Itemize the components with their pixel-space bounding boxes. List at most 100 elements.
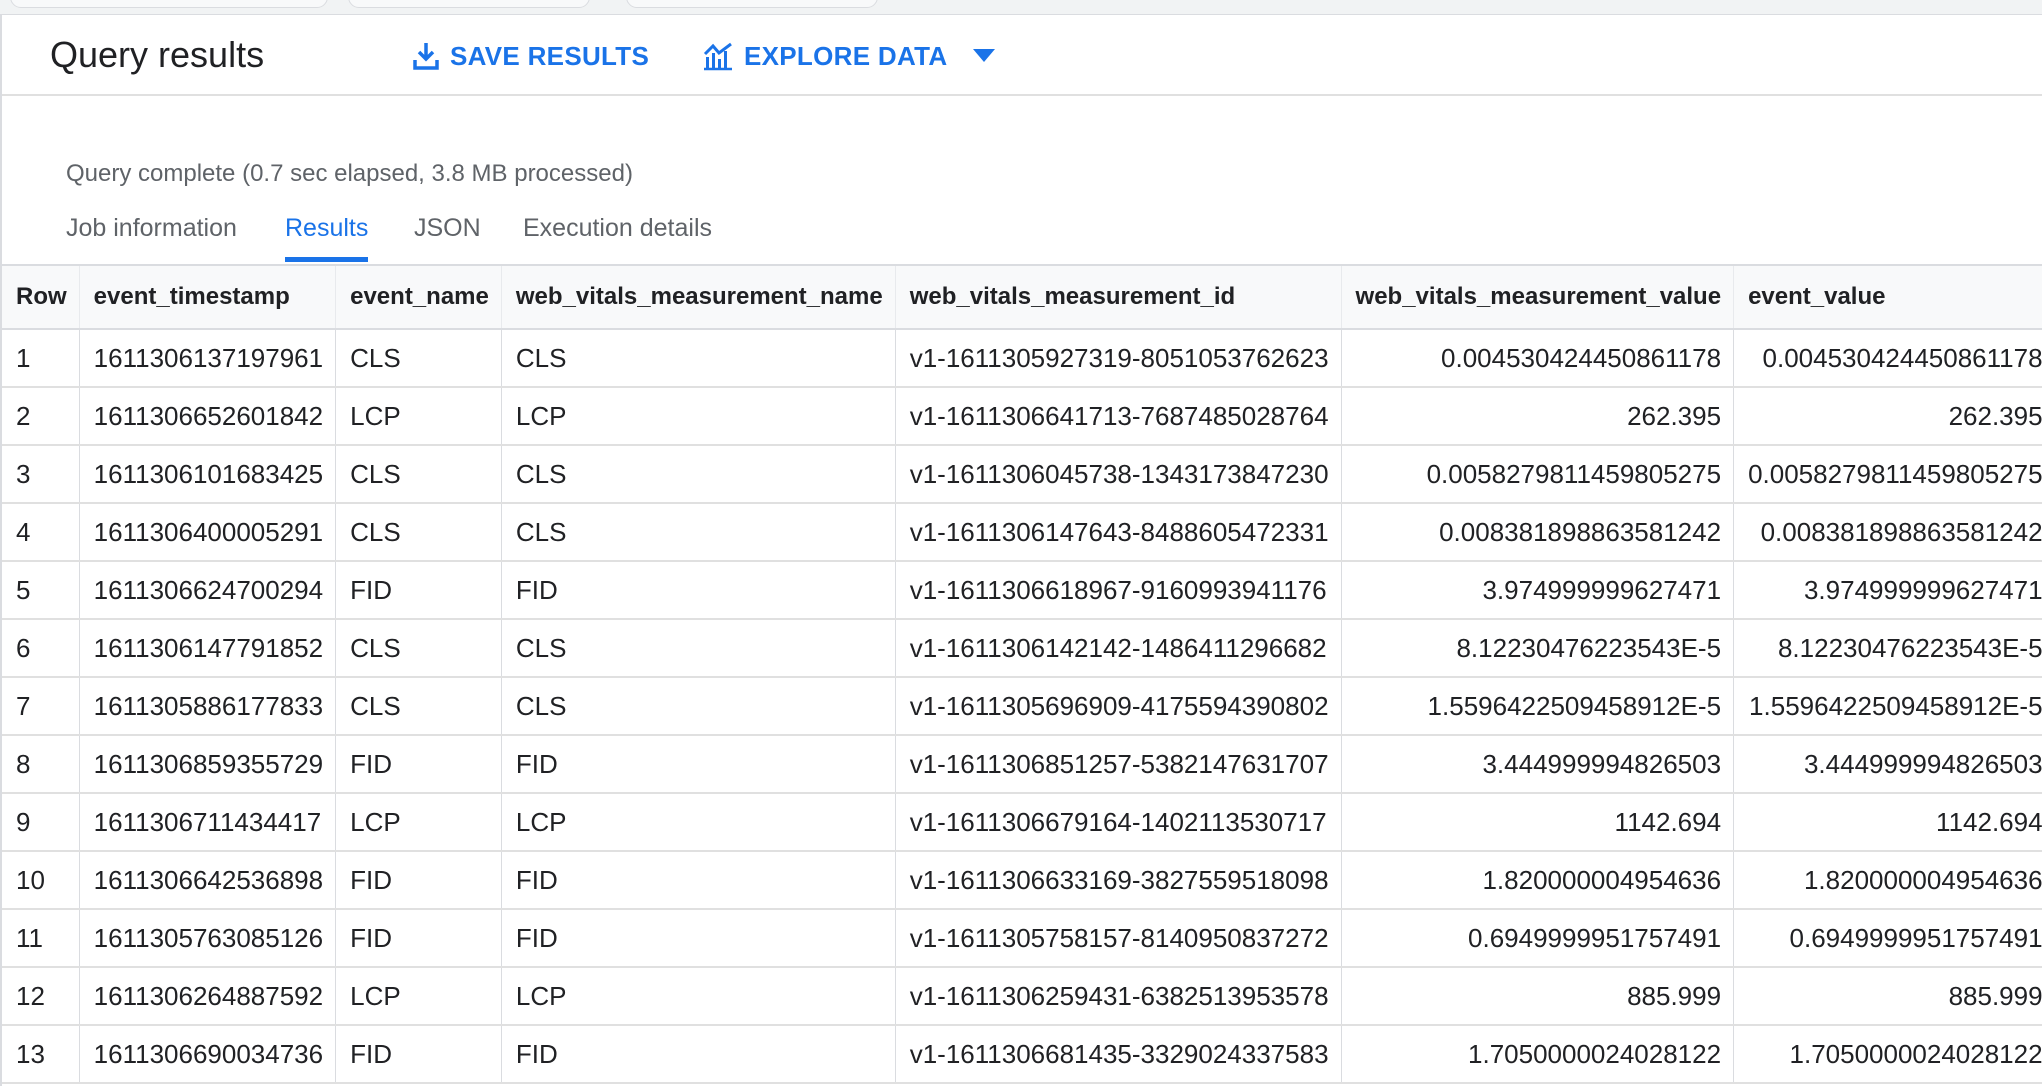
col-event-name-header[interactable]: event_name xyxy=(335,266,502,330)
col-event-value-header[interactable]: event_value xyxy=(1733,266,2042,330)
col-event-name-cell: CLS xyxy=(335,619,502,678)
col-web-vitals-measurement-id-cell: v1-1611305696909-4175594390802 xyxy=(895,677,1342,736)
col-event-timestamp-cell: 1611305886177833 xyxy=(79,677,337,736)
query-tab-chip[interactable] xyxy=(626,0,878,8)
col-row-cell: 9 xyxy=(2,793,80,852)
col-event-timestamp-cell: 1611306147791852 xyxy=(79,619,337,678)
col-row-header[interactable]: Row xyxy=(2,266,80,330)
table-row: 12 1611306264887592 LCP LCP v1-1611306259431… xyxy=(2,967,2042,1026)
page-title: Query results xyxy=(50,34,265,75)
col-web-vitals-measurement-name-cell: CLS xyxy=(501,445,896,504)
col-event-timestamp-cell: 1611306400005291 xyxy=(79,503,337,562)
col-event-timestamp-cell: 1611305763085126 xyxy=(79,909,337,968)
download-icon xyxy=(412,41,440,71)
query-tab-chip[interactable] xyxy=(348,0,590,8)
col-web-vitals-measurement-name-cell: CLS xyxy=(501,619,896,678)
dropdown-arrow-icon[interactable] xyxy=(973,49,996,63)
col-event-value-cell: 3.444999994826503 xyxy=(1733,735,2042,794)
col-web-vitals-measurement-id-cell: v1-1611306681435-3329024337583 xyxy=(895,1025,1342,1084)
col-row-cell: 10 xyxy=(2,851,80,910)
table-row: 2 1611306652601842 LCP LCP v1-1611306641713-… xyxy=(2,387,2042,446)
explore-data-label: EXPLORE DATA xyxy=(744,40,948,71)
col-event-name-cell: LCP xyxy=(335,793,502,852)
col-event-timestamp-cell: 1611306859355729 xyxy=(79,735,337,794)
col-event-value-cell: 1.5596422509458912E-5 xyxy=(1733,677,2042,736)
col-event-value-cell: 3.974999999627471 xyxy=(1733,561,2042,620)
col-event-value-cell: 8.12230476223543E-5 xyxy=(1733,619,2042,678)
col-web-vitals-measurement-id-cell: v1-1611306142142-1486411296682 xyxy=(895,619,1342,678)
col-event-name-cell: FID xyxy=(335,561,502,620)
col-web-vitals-measurement-id-cell: v1-1611305758157-8140950837272 xyxy=(895,909,1342,968)
col-web-vitals-measurement-value-cell: 262.395 xyxy=(1341,387,1735,446)
table-row: 4 1611306400005291 CLS CLS v1-1611306147643-… xyxy=(2,503,2042,562)
table-row: 6 1611306147791852 CLS CLS v1-1611306142142-… xyxy=(2,619,2042,678)
col-event-value-cell: 1.7050000024028122 xyxy=(1733,1025,2042,1084)
chart-icon xyxy=(702,41,734,71)
explore-data-button[interactable]: EXPLORE DATA xyxy=(702,36,996,76)
col-event-name-cell: CLS xyxy=(335,677,502,736)
col-web-vitals-measurement-id-cell: v1-1611306045738-1343173847230 xyxy=(895,445,1342,504)
table-body: 1 1611306137197961 CLS CLS v1-1611305927319-… xyxy=(2,329,2042,1084)
col-web-vitals-measurement-value-cell: 1.820000004954636 xyxy=(1341,851,1735,910)
col-row-cell: 1 xyxy=(2,329,80,388)
table-row: 3 1611306101683425 CLS CLS v1-1611306045738-… xyxy=(2,445,2042,504)
col-web-vitals-measurement-value-cell: 885.999 xyxy=(1341,967,1735,1026)
col-web-vitals-measurement-name-cell: FID xyxy=(501,561,896,620)
col-row-cell: 2 xyxy=(2,387,80,446)
tab-results[interactable]: Results xyxy=(285,214,369,262)
col-row-cell: 5 xyxy=(2,561,80,620)
col-web-vitals-measurement-name-cell: CLS xyxy=(501,677,896,736)
col-web-vitals-measurement-value-header[interactable]: web_vitals_measurement_value xyxy=(1341,266,1735,330)
col-web-vitals-measurement-name-cell: FID xyxy=(501,1025,896,1084)
col-event-name-cell: LCP xyxy=(335,387,502,446)
results-table: Row event_timestamp event_name web_vitals_m… xyxy=(2,266,2042,1084)
tab-execution-details[interactable]: Execution details xyxy=(523,214,712,257)
col-event-timestamp-cell: 1611306264887592 xyxy=(79,967,337,1026)
col-web-vitals-measurement-name-cell: LCP xyxy=(501,967,896,1026)
table-row: 11 1611305763085126 FID FID v1-1611305758157… xyxy=(2,909,2042,968)
col-web-vitals-measurement-id-cell: v1-1611306851257-5382147631707 xyxy=(895,735,1342,794)
col-event-timestamp-cell: 1611306690034736 xyxy=(79,1025,337,1084)
col-event-value-cell: 885.999 xyxy=(1733,967,2042,1026)
col-row-cell: 4 xyxy=(2,503,80,562)
col-event-value-cell: 0.0058279811459805275 xyxy=(1733,445,2042,504)
col-row-cell: 13 xyxy=(2,1025,80,1084)
col-event-value-cell: 0.008381898863581242 xyxy=(1733,503,2042,562)
col-web-vitals-measurement-id-header[interactable]: web_vitals_measurement_id xyxy=(895,266,1342,330)
save-results-button[interactable]: SAVE RESULTS xyxy=(412,36,649,76)
col-event-name-cell: FID xyxy=(335,851,502,910)
tab-job-information[interactable]: Job information xyxy=(66,214,237,257)
col-event-timestamp-cell: 1611306624700294 xyxy=(79,561,337,620)
col-event-name-cell: CLS xyxy=(335,503,502,562)
col-event-value-cell: 1142.694 xyxy=(1733,793,2042,852)
col-row-cell: 12 xyxy=(2,967,80,1026)
table-row: 10 1611306642536898 FID FID v1-1611306633169… xyxy=(2,851,2042,910)
col-web-vitals-measurement-value-cell: 1142.694 xyxy=(1341,793,1735,852)
col-web-vitals-measurement-id-cell: v1-1611306259431-6382513953578 xyxy=(895,967,1342,1026)
col-web-vitals-measurement-id-cell: v1-1611306618967-9160993941176 xyxy=(895,561,1342,620)
col-event-name-cell: CLS xyxy=(335,445,502,504)
col-event-name-cell: FID xyxy=(335,909,502,968)
col-web-vitals-measurement-name-cell: LCP xyxy=(501,793,896,852)
col-web-vitals-measurement-value-cell: 0.6949999951757491 xyxy=(1341,909,1735,968)
col-web-vitals-measurement-value-cell: 8.12230476223543E-5 xyxy=(1341,619,1735,678)
col-event-value-cell: 0.004530424450861178 xyxy=(1733,329,2042,388)
col-web-vitals-measurement-value-cell: 0.0058279811459805275 xyxy=(1341,445,1735,504)
col-web-vitals-measurement-value-cell: 3.974999999627471 xyxy=(1341,561,1735,620)
col-event-timestamp-cell: 1611306711434417 xyxy=(79,793,337,852)
col-web-vitals-measurement-name-cell: FID xyxy=(501,851,896,910)
col-web-vitals-measurement-name-cell: LCP xyxy=(501,387,896,446)
table-row: 13 1611306690034736 FID FID v1-1611306681435… xyxy=(2,1025,2042,1084)
col-row-cell: 7 xyxy=(2,677,80,736)
col-web-vitals-measurement-id-cell: v1-1611306633169-3827559518098 xyxy=(895,851,1342,910)
col-event-timestamp-header[interactable]: event_timestamp xyxy=(79,266,337,330)
tab-json[interactable]: JSON xyxy=(414,214,481,257)
table-row: 5 1611306624700294 FID FID v1-1611306618967-… xyxy=(2,561,2042,620)
col-event-timestamp-cell: 1611306642536898 xyxy=(79,851,337,910)
query-tab-chip[interactable] xyxy=(10,0,328,8)
table-row: 7 1611305886177833 CLS CLS v1-1611305696909-… xyxy=(2,677,2042,736)
table-row: 8 1611306859355729 FID FID v1-1611306851257-… xyxy=(2,735,2042,794)
query-results-header: Query results SAVE RESULTS EXPLORE DATA xyxy=(2,14,2042,96)
col-web-vitals-measurement-name-header[interactable]: web_vitals_measurement_name xyxy=(501,266,896,330)
col-web-vitals-measurement-value-cell: 0.008381898863581242 xyxy=(1341,503,1735,562)
